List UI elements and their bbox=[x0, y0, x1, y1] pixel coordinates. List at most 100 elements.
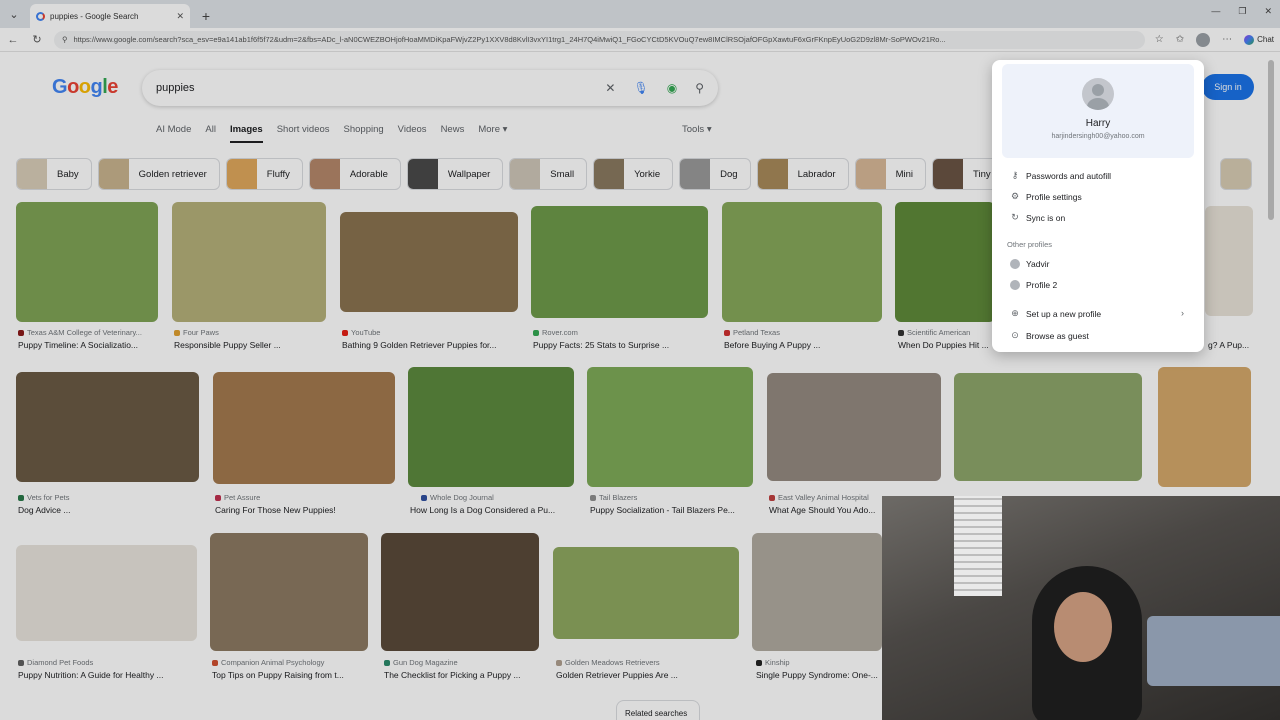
result-source[interactable]: YouTube bbox=[342, 328, 380, 337]
related-searches-tab[interactable]: Related searches bbox=[616, 700, 700, 720]
result-image[interactable] bbox=[213, 372, 395, 484]
tab-shopping[interactable]: Shopping bbox=[344, 124, 384, 143]
result-source[interactable]: Tail Blazers bbox=[590, 493, 637, 502]
result-title[interactable]: Caring For Those New Puppies! bbox=[215, 505, 336, 515]
sync-item[interactable]: ↻ Sync is on bbox=[1010, 212, 1065, 223]
result-title[interactable]: Top Tips on Puppy Raising from t... bbox=[212, 670, 344, 680]
result-source[interactable]: Petland Texas bbox=[724, 328, 780, 337]
profile-settings-item[interactable]: ⚙ Profile settings bbox=[1010, 191, 1082, 202]
result-title[interactable]: Puppy Nutrition: A Guide for Healthy ... bbox=[18, 670, 164, 680]
result-image[interactable] bbox=[172, 202, 326, 322]
favorites-icon[interactable]: ✩ bbox=[1176, 34, 1184, 45]
result-source[interactable]: East Valley Animal Hospital bbox=[769, 493, 869, 502]
result-title[interactable]: Dog Advice ... bbox=[18, 505, 70, 515]
result-title[interactable]: The Checklist for Picking a Puppy ... bbox=[384, 670, 521, 680]
close-window-icon[interactable]: ✕ bbox=[1264, 6, 1272, 17]
chip-baby[interactable]: Baby bbox=[16, 158, 92, 190]
result-image[interactable] bbox=[16, 202, 158, 322]
result-source[interactable]: Rover.com bbox=[533, 328, 578, 337]
result-source[interactable]: Gun Dog Magazine bbox=[384, 658, 458, 667]
result-source[interactable]: Texas A&M College of Veterinary... bbox=[18, 328, 142, 337]
restore-icon[interactable]: ❐ bbox=[1238, 6, 1246, 17]
result-image[interactable] bbox=[553, 547, 739, 639]
result-image[interactable] bbox=[531, 206, 708, 318]
browse-as-guest-item[interactable]: ⊙ Browse as guest bbox=[1010, 330, 1089, 341]
more-menu-icon[interactable]: ⋯ bbox=[1222, 34, 1232, 45]
result-source[interactable]: Golden Meadows Retrievers bbox=[556, 658, 660, 667]
result-title[interactable]: How Long Is a Dog Considered a Pu... bbox=[410, 505, 555, 515]
result-title[interactable]: What Age Should You Ado... bbox=[769, 505, 875, 515]
new-tab-icon[interactable]: + bbox=[194, 4, 218, 28]
passwords-autofill-item[interactable]: ⚷ Passwords and autofill bbox=[1010, 170, 1111, 181]
result-image[interactable] bbox=[954, 373, 1142, 481]
result-image[interactable] bbox=[381, 533, 539, 651]
tab-more[interactable]: More ▾ bbox=[478, 124, 507, 143]
result-image[interactable] bbox=[752, 533, 882, 651]
camera-lens-icon[interactable]: ◉ bbox=[667, 81, 677, 95]
tools-button[interactable]: Tools ▾ bbox=[682, 124, 712, 135]
reload-icon[interactable]: ↻ bbox=[30, 33, 44, 46]
result-image[interactable] bbox=[1158, 367, 1251, 487]
tab-all[interactable]: All bbox=[205, 124, 216, 143]
microphone-icon[interactable]: 🎙 bbox=[633, 81, 648, 95]
favorite-star-icon[interactable]: ☆ bbox=[1155, 34, 1164, 45]
scrollbar[interactable] bbox=[1268, 60, 1274, 220]
search-input[interactable]: puppies bbox=[156, 82, 605, 94]
other-profile-yadvir[interactable]: Yadvir bbox=[1010, 259, 1049, 269]
result-title[interactable]: Before Buying A Puppy ... bbox=[724, 340, 820, 350]
copilot-chat-button[interactable]: Chat bbox=[1244, 34, 1274, 45]
chip-dog[interactable]: Dog bbox=[679, 158, 751, 190]
search-box[interactable]: puppies ✕ 🎙 ◉ ⚲ bbox=[142, 70, 718, 106]
result-title[interactable]: When Do Puppies Hit ... bbox=[898, 340, 989, 350]
result-image[interactable] bbox=[767, 373, 941, 481]
result-source[interactable]: Four Paws bbox=[174, 328, 219, 337]
chip-small[interactable]: Small bbox=[509, 158, 588, 190]
chip-partial[interactable] bbox=[1220, 158, 1252, 190]
chip-yorkie[interactable]: Yorkie bbox=[593, 158, 674, 190]
google-logo[interactable]: Google bbox=[52, 76, 118, 99]
other-profile-2[interactable]: Profile 2 bbox=[1010, 280, 1057, 290]
result-title[interactable]: g? A Pup... bbox=[1208, 340, 1249, 350]
result-image[interactable] bbox=[895, 202, 995, 322]
tab-list-dropdown-icon[interactable]: ⌄ bbox=[0, 0, 28, 28]
result-source[interactable]: Diamond Pet Foods bbox=[18, 658, 93, 667]
site-info-icon[interactable]: ⚲ bbox=[62, 35, 68, 44]
clear-icon[interactable]: ✕ bbox=[605, 81, 615, 95]
result-image[interactable] bbox=[408, 367, 574, 487]
search-icon[interactable]: ⚲ bbox=[695, 81, 704, 95]
tab-news[interactable]: News bbox=[441, 124, 465, 143]
result-image[interactable] bbox=[340, 212, 518, 312]
browser-tab[interactable]: puppies - Google Search ✕ bbox=[30, 4, 190, 28]
chip-labrador[interactable]: Labrador bbox=[756, 158, 849, 190]
result-source[interactable]: Whole Dog Journal bbox=[421, 493, 494, 502]
result-image[interactable] bbox=[587, 367, 753, 487]
chip-mini[interactable]: Mini bbox=[854, 158, 927, 190]
chip-adorable[interactable]: Adorable bbox=[308, 158, 401, 190]
url-field[interactable]: ⚲ https://www.google.com/search?sca_esv=… bbox=[54, 30, 1145, 49]
result-title[interactable]: Puppy Socialization - Tail Blazers Pe... bbox=[590, 505, 735, 515]
sign-in-button[interactable]: Sign in bbox=[1202, 74, 1254, 100]
result-title[interactable]: Puppy Timeline: A Socializatio... bbox=[18, 340, 138, 350]
chip-golden-retriever[interactable]: Golden retriever bbox=[97, 158, 220, 190]
result-source[interactable]: Companion Animal Psychology bbox=[212, 658, 324, 667]
result-image[interactable] bbox=[1205, 206, 1253, 316]
result-source[interactable]: Pet Assure bbox=[215, 493, 260, 502]
minimize-icon[interactable]: — bbox=[1211, 6, 1220, 17]
tab-short-videos[interactable]: Short videos bbox=[277, 124, 330, 143]
result-image[interactable] bbox=[722, 202, 882, 322]
result-title[interactable]: Puppy Facts: 25 Stats to Surprise ... bbox=[533, 340, 669, 350]
result-source[interactable]: Kinship bbox=[756, 658, 790, 667]
close-icon[interactable]: ✕ bbox=[176, 11, 184, 22]
result-image[interactable] bbox=[16, 372, 199, 482]
tab-images[interactable]: Images bbox=[229, 124, 263, 143]
back-icon[interactable]: ← bbox=[6, 34, 20, 46]
tab-videos[interactable]: Videos bbox=[398, 124, 427, 143]
result-title[interactable]: Single Puppy Syndrome: One-... bbox=[756, 670, 878, 680]
result-image[interactable] bbox=[16, 545, 197, 641]
setup-new-profile-item[interactable]: ⊕ Set up a new profile bbox=[1010, 308, 1101, 319]
result-title[interactable]: Bathing 9 Golden Retriever Puppies for..… bbox=[342, 340, 497, 350]
chip-wallpaper[interactable]: Wallpaper bbox=[406, 158, 504, 190]
tab-ai-mode[interactable]: AI Mode bbox=[156, 124, 191, 143]
result-source[interactable]: Scientific American bbox=[898, 328, 970, 337]
profile-avatar-icon[interactable] bbox=[1196, 32, 1211, 47]
